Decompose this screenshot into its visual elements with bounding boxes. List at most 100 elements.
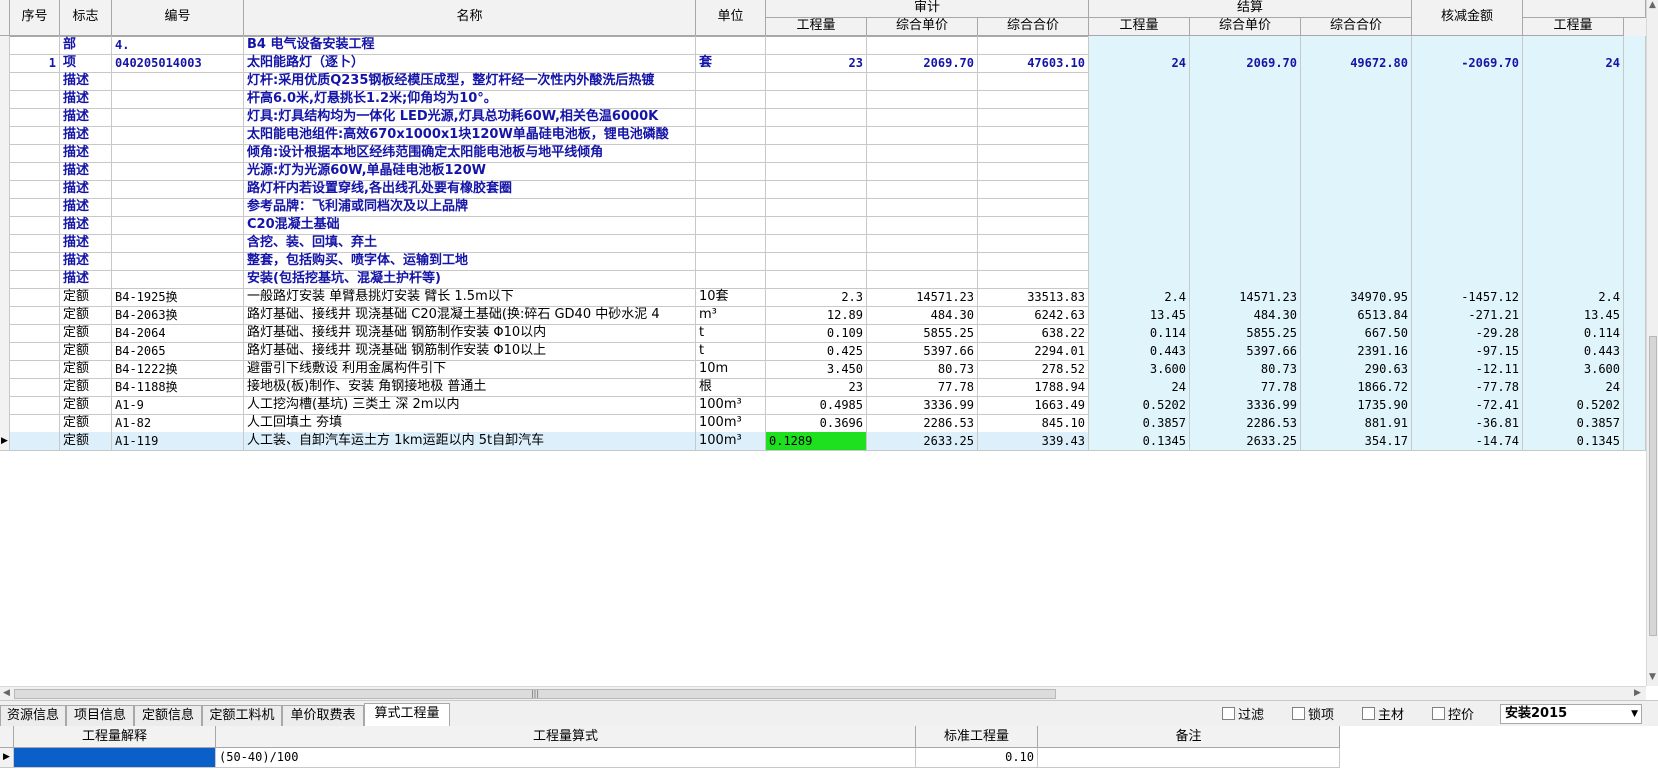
cell-qty-audit[interactable]: 0.3696 xyxy=(766,414,867,433)
lock-checkbox[interactable]: 锁项 xyxy=(1292,707,1334,724)
cell-price-audit[interactable]: 14571.23 xyxy=(867,288,978,307)
cell-total-audit[interactable] xyxy=(978,72,1089,91)
cell-price-audit[interactable] xyxy=(867,252,978,271)
cell-filler[interactable] xyxy=(1624,396,1646,415)
cell-total-settle[interactable]: 354.17 xyxy=(1301,432,1412,451)
cell-qty-settle[interactable] xyxy=(1089,180,1190,199)
cell-qty-audit[interactable]: 12.89 xyxy=(766,306,867,325)
cell-code[interactable] xyxy=(112,90,244,109)
cell-seq[interactable] xyxy=(10,36,60,55)
row-header[interactable] xyxy=(0,360,10,379)
row-header[interactable] xyxy=(0,72,10,91)
table-row[interactable]: 描述 参考品牌：飞利浦或同档次及以上品牌 xyxy=(0,198,1646,217)
cell-filler[interactable] xyxy=(1624,216,1646,235)
filter-checkbox[interactable]: 过滤 xyxy=(1222,707,1264,724)
cell-price-settle[interactable] xyxy=(1190,162,1301,181)
table-row[interactable]: 1 项 040205014003 太阳能路灯（逐卜）套 23 2069.70 47603.1… xyxy=(0,54,1646,73)
cell-qty-extra[interactable] xyxy=(1523,162,1624,181)
cell-price-settle[interactable] xyxy=(1190,90,1301,109)
row-header[interactable] xyxy=(0,252,10,271)
cell-total-settle[interactable]: 881.91 xyxy=(1301,414,1412,433)
cell-seq[interactable] xyxy=(10,414,60,433)
cell-flag[interactable]: 部 xyxy=(60,36,112,55)
cell-reduce[interactable] xyxy=(1412,198,1523,217)
cell-qty-extra[interactable]: 0.443 xyxy=(1523,342,1624,361)
cell-unit[interactable] xyxy=(696,270,766,289)
cell-qty-audit[interactable]: 0.425 xyxy=(766,342,867,361)
cell-unit[interactable]: t xyxy=(696,324,766,343)
scroll-up-icon[interactable]: ▲ xyxy=(1649,0,1656,10)
cell-filler[interactable] xyxy=(1624,126,1646,145)
col-header-note[interactable]: 备注 xyxy=(1038,726,1340,748)
cell-qty-settle[interactable] xyxy=(1089,162,1190,181)
table-row[interactable]: 描述 灯杆:采用优质Q235钢板经模压成型，整灯杆经一次性内外酸洗后热镀 xyxy=(0,72,1646,91)
cell-price-audit[interactable]: 2286.53 xyxy=(867,414,978,433)
cell-total-settle[interactable] xyxy=(1301,162,1412,181)
cell-reduce[interactable]: -2069.70 xyxy=(1412,54,1523,73)
cell-total-settle[interactable]: 1866.72 xyxy=(1301,378,1412,397)
cell-price-audit[interactable]: 484.30 xyxy=(867,306,978,325)
col-header-unit[interactable]: 单位 xyxy=(696,0,766,36)
row-header[interactable] xyxy=(0,126,10,145)
cell-flag[interactable]: 描述 xyxy=(60,90,112,109)
cell-unit[interactable]: 100m³ xyxy=(696,432,766,451)
cell-total-audit[interactable] xyxy=(978,162,1089,181)
row-header[interactable] xyxy=(0,216,10,235)
cell-filler[interactable] xyxy=(1624,324,1646,343)
cell-qty-audit[interactable]: 0.109 xyxy=(766,324,867,343)
formula-expression-cell[interactable]: (50-40)/100 xyxy=(216,748,916,768)
cell-price-settle[interactable] xyxy=(1190,216,1301,235)
cell-code[interactable]: B4-2063换 xyxy=(112,306,244,325)
cell-name[interactable]: 整套，包括购买、喷字体、运输到工地 xyxy=(244,252,696,271)
cell-price-audit[interactable] xyxy=(867,72,978,91)
cell-total-audit[interactable] xyxy=(978,198,1089,217)
cell-qty-audit[interactable]: 2.3 xyxy=(766,288,867,307)
row-header[interactable] xyxy=(0,342,10,361)
cell-qty-extra[interactable]: 24 xyxy=(1523,378,1624,397)
table-row[interactable]: 定额 A1-9 人工挖沟槽(基坑) 三类土 深 2m以内 100m³ 0.4985 333… xyxy=(0,396,1646,415)
row-header[interactable] xyxy=(0,54,10,73)
cell-price-audit[interactable]: 2069.70 xyxy=(867,54,978,73)
cell-qty-extra[interactable] xyxy=(1523,144,1624,163)
cell-name[interactable]: 倾角:设计根据本地区经纬范围确定太阳能电池板与地平线倾角 xyxy=(244,144,696,163)
row-header[interactable] xyxy=(0,234,10,253)
tab-project-info[interactable]: 项目信息 xyxy=(66,705,134,726)
cell-flag[interactable]: 定额 xyxy=(60,360,112,379)
cell-filler[interactable] xyxy=(1624,270,1646,289)
cell-name[interactable]: 人工回填土 夯填 xyxy=(244,414,696,433)
cell-filler[interactable] xyxy=(1624,144,1646,163)
cell-flag[interactable]: 描述 xyxy=(60,108,112,127)
cell-total-audit[interactable] xyxy=(978,180,1089,199)
cell-filler[interactable] xyxy=(1624,90,1646,109)
cell-qty-extra[interactable]: 0.114 xyxy=(1523,324,1624,343)
cell-code[interactable] xyxy=(112,216,244,235)
cell-code[interactable] xyxy=(112,108,244,127)
cell-name[interactable]: 杆高6.0米,灯悬挑长1.2米;仰角均为10°。 xyxy=(244,90,696,109)
tab-formula-quantity[interactable]: 算式工程量 xyxy=(364,703,450,727)
formula-explain-cell[interactable] xyxy=(14,748,216,768)
cell-total-audit[interactable] xyxy=(978,126,1089,145)
cell-flag[interactable]: 描述 xyxy=(60,198,112,217)
cell-qty-audit[interactable] xyxy=(766,252,867,271)
cell-name[interactable]: 避雷引下线敷设 利用金属构件引下 xyxy=(244,360,696,379)
standard-select[interactable]: 安装2015 ▼ xyxy=(1500,704,1642,724)
cell-code[interactable]: B4-1222换 xyxy=(112,360,244,379)
cell-qty-settle[interactable] xyxy=(1089,36,1190,55)
cell-flag[interactable]: 定额 xyxy=(60,324,112,343)
col-header-qty3[interactable]: 工程量 xyxy=(1523,18,1624,36)
cell-flag[interactable]: 定额 xyxy=(60,414,112,433)
cell-name[interactable]: B4 电气设备安装工程 xyxy=(244,36,696,55)
checkbox-box[interactable] xyxy=(1292,707,1305,720)
cell-name[interactable]: 路灯基础、接线井 现浇基础 C20混凝土基础(换:碎石 GD40 中砂水泥 4 xyxy=(244,306,696,325)
scroll-down-icon[interactable]: ▼ xyxy=(1649,672,1656,682)
cell-seq[interactable] xyxy=(10,108,60,127)
cell-qty-extra[interactable] xyxy=(1523,72,1624,91)
cell-code[interactable]: 040205014003 xyxy=(112,54,244,73)
col-header-reduce[interactable]: 核减金额 xyxy=(1412,0,1523,36)
cell-unit[interactable] xyxy=(696,144,766,163)
cell-name[interactable]: 接地极(板)制作、安装 角钢接地极 普通土 xyxy=(244,378,696,397)
cell-flag[interactable]: 项 xyxy=(60,54,112,73)
cell-total-settle[interactable]: 290.63 xyxy=(1301,360,1412,379)
cell-reduce[interactable] xyxy=(1412,126,1523,145)
cell-flag[interactable]: 描述 xyxy=(60,180,112,199)
